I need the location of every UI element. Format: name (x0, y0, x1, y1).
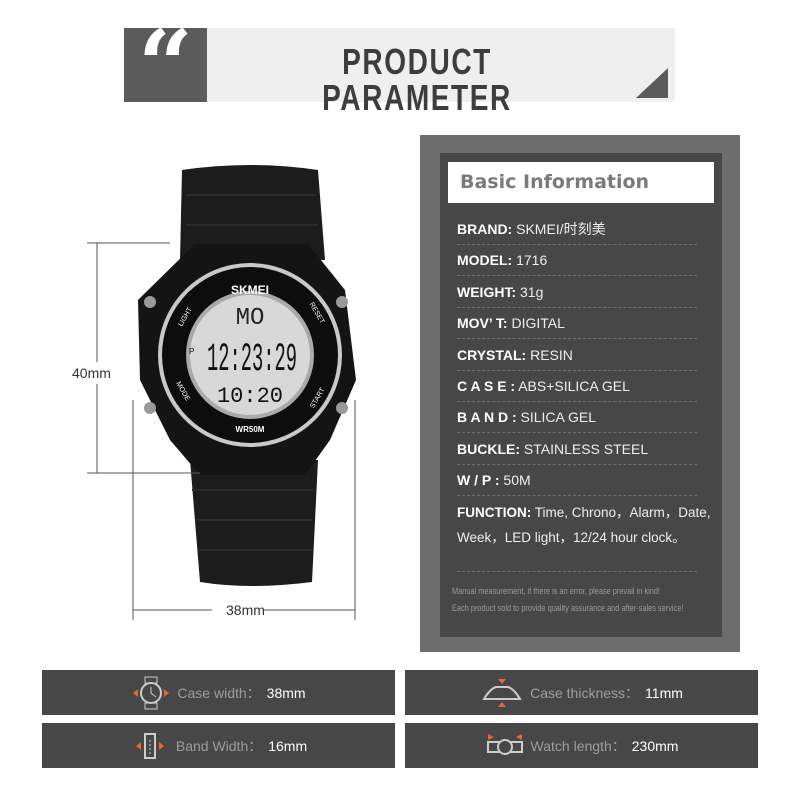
info-value: 31g (520, 283, 544, 300)
function-row: FUNCTION: Time, Chrono，Alarm，Date, (457, 505, 711, 520)
info-value: SILICA GEL (520, 409, 596, 426)
info-row: WEIGHT: 31g (457, 277, 697, 308)
info-label: W / P : (457, 472, 500, 489)
info-value: DIGITAL (511, 315, 565, 332)
info-row: CRYSTAL: RESIN (457, 340, 697, 371)
spec-label: Case width： (177, 684, 261, 701)
info-value: STAINLESS STEEL (523, 440, 649, 457)
info-row: C A S E : ABS+SILICA GEL (457, 371, 697, 402)
spec-value: 230mm (631, 737, 679, 754)
info-label: BRAND: (457, 221, 513, 237)
note-2: Each product sold to provide quality ass… (452, 603, 684, 613)
note-1: Manual measurement, if there is an error… (452, 586, 660, 596)
info-value: RESIN (530, 346, 573, 363)
info-label: B A N D : (457, 409, 517, 426)
info-label: WEIGHT: (457, 283, 517, 300)
info-label: CRYSTAL: (457, 346, 527, 363)
info-row: B A N D : SILICA GEL (457, 402, 697, 434)
wr-label: WR50M (236, 425, 265, 434)
height-dimension: 40mm (72, 365, 111, 381)
spec-watch-length: Watch length： 230mm (405, 723, 758, 768)
band-width-icon (135, 732, 164, 759)
strap-bottom (190, 460, 318, 586)
spec-label: Case thickness： (530, 684, 640, 701)
spec-case-thickness: Case thickness： 11mm (405, 670, 758, 715)
info-row: MOV’ T: DIGITAL (457, 308, 697, 340)
info-value: SKMEI/时刻美 (516, 221, 606, 237)
info-value: ABS+SILICA GEL (518, 378, 630, 394)
watch-time: 12:23:29 (207, 338, 297, 383)
spec-label: Watch length： (530, 737, 626, 754)
pm-indicator: P (189, 347, 194, 356)
watch-length-icon (486, 733, 523, 755)
info-row: BRAND: SKMEI/时刻美 (457, 214, 697, 245)
spec-value: 11mm (645, 684, 683, 701)
info-label: C A S E : (457, 378, 516, 394)
case-thickness-icon (482, 678, 522, 707)
info-label: BUCKLE: (457, 440, 520, 457)
info-label: MOV’ T: (457, 315, 508, 332)
watch-brand: SKMEI (231, 283, 269, 297)
watch-day: MO (236, 305, 265, 332)
watch-width-icon (133, 676, 170, 709)
watch-subtime: 10:20 (217, 384, 283, 409)
spec-label: Band Width： (175, 737, 263, 754)
width-dimension: 38mm (226, 602, 265, 618)
watch-image: SKMEI MO 12:23:29 P 10:20 WR50M LIGHT RE… (60, 165, 356, 620)
spec-value: 38mm (266, 684, 306, 701)
info-value: 1716 (516, 252, 548, 269)
info-title: Basic Information (448, 162, 714, 203)
info-value: 50M (503, 472, 531, 489)
info-row: BUCKLE: STAINLESS STEEL (457, 434, 697, 465)
divider (457, 571, 697, 572)
spec-value: 16mm (268, 737, 308, 754)
spec-case-width: Case width： 38mm (42, 670, 395, 715)
info-row: W / P : 50M (457, 465, 697, 497)
info-row: MODEL: 1716 (457, 245, 697, 277)
corner-triangle (636, 68, 668, 98)
info-label: MODEL: (457, 252, 513, 269)
spec-band-width: Band Width： 16mm (42, 723, 395, 768)
function-row-2: Week，LED light，12/24 hour clock。 (457, 530, 686, 545)
